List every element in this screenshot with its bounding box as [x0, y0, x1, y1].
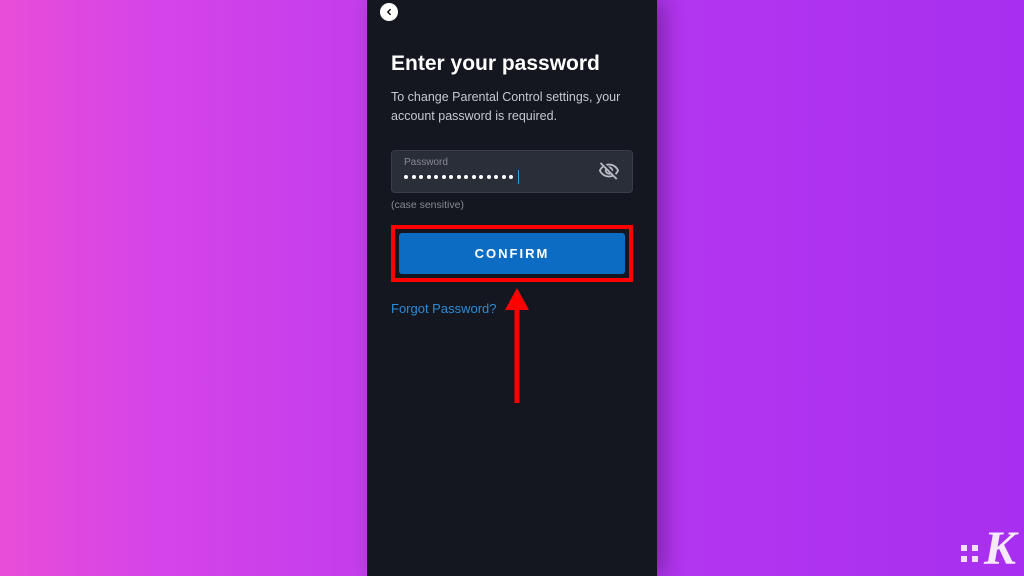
back-button[interactable]	[380, 3, 398, 21]
password-label: Password	[404, 157, 620, 168]
password-helper: (case sensitive)	[391, 199, 633, 211]
confirm-button[interactable]: CONFIRM	[399, 233, 625, 274]
password-field[interactable]: Password	[391, 150, 633, 193]
watermark-logo: K	[961, 530, 1016, 568]
page-title: Enter your password	[391, 52, 633, 76]
page-subtitle: To change Parental Control settings, you…	[391, 88, 633, 126]
forgot-password-link[interactable]: Forgot Password?	[391, 301, 497, 316]
phone-screen: Enter your password To change Parental C…	[367, 0, 657, 576]
annotation-highlight: CONFIRM	[391, 225, 633, 282]
password-value	[404, 170, 620, 184]
eye-off-icon[interactable]	[598, 160, 620, 182]
chevron-left-icon	[384, 7, 394, 17]
